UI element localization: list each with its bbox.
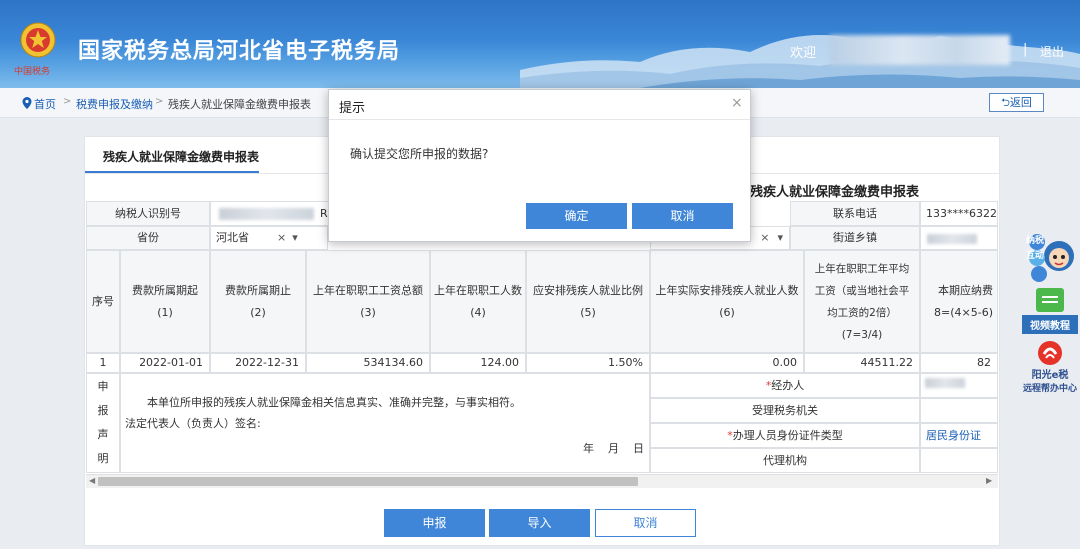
- header-separator: |: [1023, 42, 1028, 57]
- remote-help-label: 远程帮办中心: [1022, 384, 1077, 394]
- taxpayer-id-redacted: [219, 208, 314, 220]
- col-required-ratio: 应安排残疾人就业比例 (5): [526, 250, 650, 353]
- col-seq: 序号: [86, 250, 120, 353]
- sunshine-logo-icon: [1038, 341, 1062, 365]
- declaration-text: 本单位所申报的残疾人就业保障金相关信息真实、准确并完整，与事实相符。 法定代表人…: [120, 373, 650, 473]
- row-due-amount: 82: [920, 353, 998, 373]
- back-button[interactable]: ⮌返回: [989, 93, 1044, 112]
- video-tutorial-widget[interactable]: 视频教程: [1022, 288, 1078, 334]
- dialog-title: 提示: [339, 101, 366, 116]
- dialog-header: 提示 ×: [329, 90, 750, 120]
- breadcrumb-sep: >: [63, 96, 72, 107]
- cancel-button[interactable]: 取消: [595, 509, 696, 537]
- id-type-label: * 办理人员身份证件类型: [650, 423, 920, 448]
- row-staff-count[interactable]: 124.00: [430, 353, 526, 373]
- agent-label: * 经办人: [650, 373, 920, 398]
- street-redacted: [927, 234, 977, 244]
- breadcrumb-tax-declaration[interactable]: 税费申报及缴纳: [76, 96, 153, 112]
- col-total-wages: 上年在职职工工资总额 (3): [306, 250, 430, 353]
- col-actual-employed: 上年实际安排残疾人就业人数 (6): [650, 250, 804, 353]
- col-staff-count: 上年在职职工人数 (4): [430, 250, 526, 353]
- welcome-text: 欢迎: [790, 46, 817, 61]
- declaration-statement: 本单位所申报的残疾人就业保障金相关信息真实、准确并完整，与事实相符。: [147, 396, 521, 409]
- row-total-wages[interactable]: 534134.60: [306, 353, 430, 373]
- back-arrow-icon: ⮌: [1001, 96, 1010, 109]
- confirm-button[interactable]: 确定: [526, 203, 627, 229]
- tax-office-value[interactable]: [920, 398, 998, 423]
- chevron-down-icon: ▾: [292, 231, 298, 244]
- row-period-start[interactable]: 2022-01-01: [120, 353, 210, 373]
- username-redacted: [830, 35, 1010, 65]
- street-value: [920, 226, 998, 250]
- location-pin-icon: [22, 97, 32, 109]
- row-required-ratio: 1.50%: [526, 353, 650, 373]
- close-icon[interactable]: ×: [731, 95, 743, 111]
- agent-value[interactable]: [920, 373, 998, 398]
- signature-label: 法定代表人（负责人）签名:: [125, 417, 261, 430]
- tax-office-label: 受理税务机关: [650, 398, 920, 423]
- chevron-down-icon: ▾: [777, 231, 783, 244]
- tab-disability-fund-form[interactable]: 残疾人就业保障金缴费申报表: [85, 143, 259, 173]
- row-average-wage: 44511.22: [804, 353, 920, 373]
- phone-value: 133****6322: [920, 201, 998, 226]
- breadcrumb-current: 残疾人就业保障金缴费申报表: [168, 98, 311, 111]
- agent-redacted: [925, 378, 965, 388]
- phone-label: 联系电话: [790, 201, 920, 226]
- id-type-value[interactable]: 居民身份证: [920, 423, 998, 448]
- sunshine-brand-label: 阳光e税: [1031, 370, 1069, 381]
- confirm-dialog: 提示 × 确认提交您所申报的数据? 确定 取消: [328, 89, 751, 242]
- agency-label: 代理机构: [650, 448, 920, 473]
- scroll-left-icon[interactable]: ◀: [89, 476, 95, 485]
- horizontal-scrollbar[interactable]: ◀ ▶: [86, 474, 998, 488]
- breadcrumb-home[interactable]: 首页: [34, 96, 56, 112]
- dialog-message: 确认提交您所申报的数据?: [350, 147, 489, 161]
- interaction-mascot[interactable]: 纳税互动: [1022, 228, 1078, 286]
- clear-icon[interactable]: ×: [277, 227, 286, 249]
- date-line: 年 月 日: [583, 442, 644, 455]
- logo-text: 中国税务: [14, 67, 51, 77]
- clear-icon[interactable]: ×: [760, 227, 769, 249]
- street-label: 街道乡镇: [790, 226, 920, 250]
- scrollbar-thumb[interactable]: [98, 477, 638, 486]
- dialog-cancel-button[interactable]: 取消: [632, 203, 733, 229]
- video-tutorial-label: 视频教程: [1022, 315, 1078, 334]
- breadcrumb-sep: >: [155, 96, 164, 107]
- row-period-end[interactable]: 2022-12-31: [210, 353, 306, 373]
- site-title: 国家税务总局河北省电子税务局: [78, 39, 401, 64]
- logout-link[interactable]: 退出: [1040, 43, 1064, 60]
- col-period-end: 费款所属期止 (2): [210, 250, 306, 353]
- taxpayer-id-label: 纳税人识别号: [86, 201, 210, 226]
- video-icon: [1036, 288, 1064, 312]
- site-header: 中国税务 国家税务总局河北省电子税务局 欢迎 | 退出: [0, 0, 1080, 88]
- table-title: 残疾人就业保障金缴费申报表: [750, 185, 920, 200]
- row-seq: 1: [86, 353, 120, 373]
- remote-help-widget[interactable]: 阳光e税 远程帮办中心: [1022, 340, 1078, 398]
- import-button[interactable]: 导入: [489, 509, 590, 537]
- taxpayer-id-value: R: [210, 201, 330, 226]
- agency-value[interactable]: [920, 448, 998, 473]
- col-average-wage: 上年在职职工年平均 工资（或当地社会平 均工资的2倍） (7=3/4): [804, 250, 920, 353]
- col-due-amount: 本期应纳费 8=(4×5-6): [920, 250, 998, 353]
- declare-button[interactable]: 申报: [384, 509, 485, 537]
- row-actual-employed[interactable]: 0.00: [650, 353, 804, 373]
- province-label: 省份: [86, 226, 210, 250]
- col-period-start: 费款所属期起 (1): [120, 250, 210, 353]
- province-select[interactable]: 河北省 × ▾: [210, 226, 328, 250]
- scroll-right-icon[interactable]: ▶: [986, 476, 992, 485]
- declaration-side-label: 申 报 声 明: [86, 373, 120, 473]
